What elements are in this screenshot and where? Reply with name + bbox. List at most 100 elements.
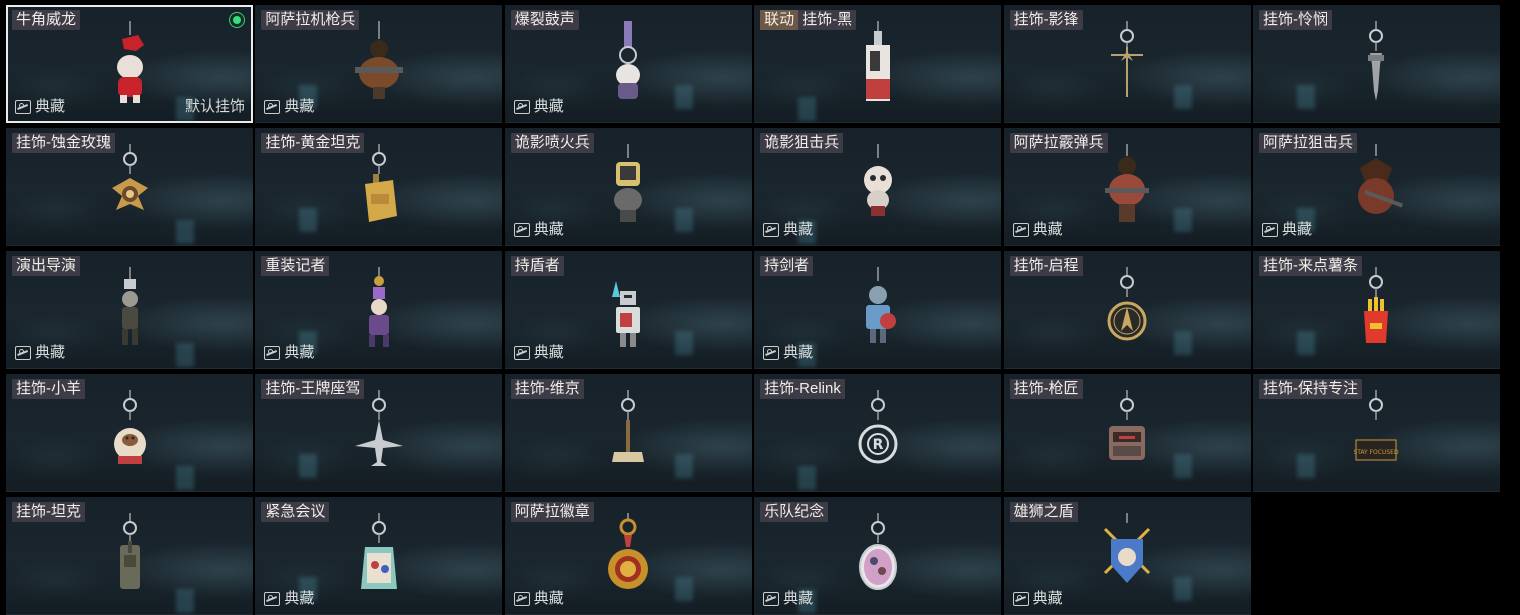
collection-badge-text: 典藏 — [533, 590, 564, 607]
charm-card[interactable]: 爆裂鼓声 典藏 — [504, 5, 752, 123]
image-icon — [513, 100, 530, 114]
collection-badge-text: 典藏 — [284, 344, 315, 361]
image-icon — [763, 346, 780, 360]
collection-badge: 典藏 — [1012, 221, 1063, 239]
collection-badge: 典藏 — [1012, 590, 1063, 608]
background-glow — [798, 97, 817, 121]
collection-badge-text: 典藏 — [35, 344, 66, 361]
charm-card[interactable]: 挂饰-坦克 — [6, 497, 253, 615]
image-icon — [763, 592, 780, 606]
background-glow — [176, 589, 194, 613]
charm-card[interactable]: 阿萨拉机枪兵 典藏 — [255, 5, 503, 123]
relink-charm-icon: R — [848, 390, 908, 476]
charm-card[interactable]: 持盾者 典藏 — [504, 251, 752, 369]
collection-badge: 典藏 — [513, 98, 564, 116]
collection-badge: 典藏 — [15, 344, 65, 362]
charm-card[interactable]: 挂饰-怜悯 — [1252, 5, 1500, 123]
charm-name-label: 联动 挂饰-黑 — [760, 10, 857, 30]
background-glow — [299, 454, 318, 478]
charm-card[interactable]: 阿萨拉徽章典藏 — [504, 497, 752, 615]
card-charm-icon — [848, 21, 908, 107]
charm-card[interactable]: 阿萨拉霰弹兵 典藏 — [1003, 128, 1251, 246]
charm-card[interactable]: 挂饰-启程 — [1003, 251, 1251, 369]
charm-name-text: 挂饰-王牌座驾 — [265, 380, 361, 397]
charm-card[interactable]: 挂饰-小羊 — [6, 374, 253, 492]
compass-charm-icon — [1097, 267, 1157, 353]
collection-badge: 典藏 — [1261, 221, 1312, 239]
charm-name-text: 持盾者 — [514, 257, 560, 274]
charm-card[interactable]: 挂饰-来点薯条 — [1252, 251, 1500, 369]
charm-name-label: 挂饰-小羊 — [12, 379, 85, 399]
charm-name-label: 挂饰-保持专注 — [1258, 379, 1362, 399]
charm-card[interactable]: 牛角威龙 典藏 默认挂饰 — [6, 5, 253, 123]
charm-card[interactable]: 乐队纪念 典藏 — [754, 497, 1002, 615]
charm-card[interactable]: 挂饰-保持专注 STAY FOCUSED — [1252, 374, 1500, 492]
charm-name-text: 挂饰-启程 — [1013, 257, 1079, 274]
charm-card[interactable]: 挂饰-Relink R — [754, 374, 1002, 492]
charm-name-label: 挂饰-维京 — [510, 379, 584, 399]
meeting-charm-icon — [349, 513, 409, 599]
charm-name-text: 演出导演 — [16, 257, 77, 274]
charm-card[interactable]: 挂饰-维京 — [504, 374, 752, 492]
charm-name-label: 挂饰-影锋 — [1009, 10, 1083, 30]
background-glow — [798, 466, 817, 490]
charm-name-label: 演出导演 — [12, 256, 81, 276]
charm-name-label: 阿萨拉徽章 — [510, 502, 594, 522]
charm-name-text: 挂饰-怜悯 — [1262, 11, 1328, 28]
background-glow — [1173, 577, 1192, 601]
background-glow — [674, 577, 693, 601]
sheep-charm-icon — [100, 390, 160, 476]
charm-card[interactable]: 演出导演典藏 — [6, 251, 253, 369]
medal-charm-icon — [598, 513, 658, 599]
charm-name-text: 牛角威龙 — [16, 11, 77, 28]
collection-badge-text: 典藏 — [1281, 221, 1312, 238]
charm-name-text: 紧急会议 — [265, 503, 326, 520]
charm-name-label: 重装记者 — [261, 256, 330, 276]
collection-badge-text: 典藏 — [783, 344, 814, 361]
charm-name-label: 乐队纪念 — [760, 502, 829, 522]
charm-card[interactable]: 阿萨拉狙击兵 典藏 — [1252, 128, 1500, 246]
charm-card[interactable]: 挂饰-影锋 — [1003, 5, 1251, 123]
background-glow — [674, 331, 693, 355]
charm-card[interactable]: 诡影狙击兵典藏 — [754, 128, 1002, 246]
director-charm-icon — [100, 267, 160, 353]
charm-card[interactable]: 紧急会议典藏 — [255, 497, 503, 615]
gold-tank-charm-icon — [349, 144, 409, 230]
charm-name-label: 挂饰-Relink — [760, 379, 845, 399]
collection-badge-text: 典藏 — [284, 590, 315, 607]
charm-name-text: 挂饰-枪匠 — [1013, 380, 1079, 397]
collection-badge-text: 典藏 — [533, 221, 564, 238]
collection-badge: 典藏 — [264, 590, 314, 608]
sniper-charm-icon — [1346, 144, 1406, 230]
collection-badge: 典藏 — [264, 98, 314, 116]
charm-card[interactable]: 挂饰-王牌座驾 — [255, 374, 503, 492]
charm-card[interactable]: 挂饰-黄金坦克 — [255, 128, 503, 246]
charm-name-label: 诡影喷火兵 — [510, 133, 594, 153]
background-glow — [176, 343, 194, 367]
charm-name-text: 重装记者 — [265, 257, 326, 274]
charm-card[interactable]: 重装记者典藏 — [255, 251, 503, 369]
charm-name-label: 挂饰-黄金坦克 — [261, 133, 365, 153]
equipped-indicator-icon — [229, 12, 245, 28]
charm-name-text: 诡影喷火兵 — [514, 134, 590, 151]
charm-card[interactable]: 雄狮之盾 典藏 — [1003, 497, 1251, 615]
charm-card[interactable]: 联动 挂饰-黑 — [754, 5, 1002, 123]
image-icon — [1012, 223, 1029, 237]
charm-name-label: 持盾者 — [510, 256, 564, 276]
charm-name-label: 阿萨拉霰弹兵 — [1009, 133, 1108, 153]
charm-card[interactable]: 挂饰-枪匠 — [1003, 374, 1251, 492]
hammer-charm-icon — [598, 390, 658, 476]
charm-card[interactable]: 挂饰-蚀金玫瑰 — [6, 128, 253, 246]
collection-badge-text: 典藏 — [783, 221, 814, 238]
image-icon — [513, 592, 530, 606]
charm-name-text: 诡影狙击兵 — [764, 134, 840, 151]
image-icon — [15, 346, 31, 360]
shield-bearer-charm-icon — [598, 267, 658, 353]
charm-name-label: 挂饰-蚀金玫瑰 — [12, 133, 115, 153]
charm-name-text: 乐队纪念 — [764, 503, 825, 520]
charm-name-text: 阿萨拉机枪兵 — [265, 11, 356, 28]
charm-card[interactable]: 诡影喷火兵典藏 — [504, 128, 752, 246]
charm-name-text: 阿萨拉徽章 — [514, 503, 590, 520]
charm-name-label: 雄狮之盾 — [1009, 502, 1078, 522]
charm-card[interactable]: 持剑者 典藏 — [754, 251, 1002, 369]
